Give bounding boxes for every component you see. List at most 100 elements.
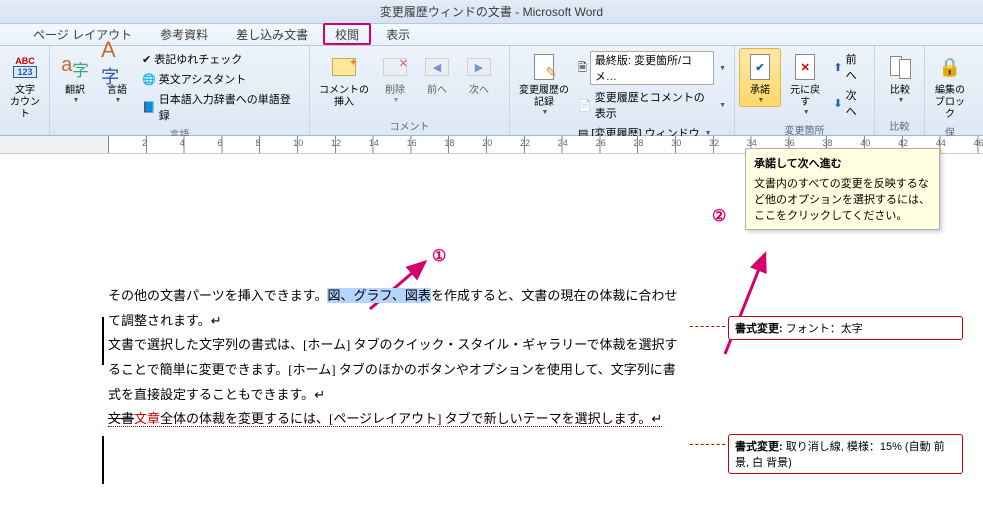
ribbon-group-changes: ✔ 承諾 ▼ ✕ 元に戻す ▼ ⬆ 前へ ⬇ 次へ 変更箇所 — [735, 46, 875, 135]
chevron-down-icon: ▼ — [719, 102, 726, 109]
delete-comment-label: 削除 — [385, 85, 405, 97]
track-changes-button[interactable]: ✎ 変更履歴の記録 ▼ — [514, 48, 574, 119]
jpn-ime-register-button[interactable]: 📘 日本語入力辞書への単語登録 — [140, 90, 303, 124]
prev-comment-icon: ◀ — [421, 51, 453, 83]
change-bar — [102, 436, 104, 484]
balloon-label: 書式変更: — [735, 441, 783, 453]
language-button[interactable]: A字 言語 ▼ — [96, 48, 138, 107]
display-for-review-label: 最終版: 変更箇所/コメ… — [590, 51, 714, 85]
ribbon-group-tracking: ✎ 変更履歴の記録 ▼ 🗎 最終版: 変更箇所/コメ… ▼ 📄 変更履歴とコメン… — [510, 46, 735, 135]
balloon-connector — [690, 326, 725, 327]
next-comment-label: 次へ — [469, 85, 489, 97]
display-for-review-dropdown[interactable]: 🗎 最終版: 変更箇所/コメ… ▼ — [576, 50, 728, 86]
tab-review[interactable]: 校閲 — [323, 23, 371, 45]
group-label-proof — [4, 133, 45, 135]
tab-references[interactable]: 参考資料 — [147, 22, 221, 45]
paragraph-1[interactable]: その他の文書パーツを挿入できます。図、グラフ、図表を作成すると、文書の現在の体裁… — [108, 284, 688, 333]
para-mark: ↵ — [211, 313, 222, 328]
paragraph-2[interactable]: 文書で選択した文字列の書式は、[ホーム] タブのクイック・スタイル・ギャラリーで… — [108, 333, 688, 407]
window-titlebar: 変更履歴ウィンドの文書 - Microsoft Word — [0, 0, 983, 24]
word-count-button[interactable]: ABC 123 文字カウント — [4, 48, 46, 124]
text-run: その他の文書パーツを挿入できます。 — [108, 288, 327, 303]
accept-icon: ✔ — [744, 51, 776, 83]
new-comment-button[interactable]: ✦ コメントの挿入 — [314, 48, 374, 112]
next-comment-button[interactable]: ▶ 次へ — [458, 48, 500, 100]
deleted-text: 文書 — [108, 411, 134, 426]
assistant-icon: 🌐 — [142, 73, 156, 86]
abc-icon: ABC 123 — [9, 51, 41, 83]
compare-icon — [884, 51, 916, 83]
delete-comment-icon: ✕ — [379, 51, 411, 83]
protect-label: 編集のブロック — [934, 85, 966, 121]
inserted-text: 文章 — [134, 411, 160, 426]
balloon-label: 書式変更: — [735, 323, 783, 335]
chevron-down-icon: ▼ — [73, 97, 80, 104]
revision-balloon-2[interactable]: 書式変更: 取り消し線, 模様：15% (自動 前景, 白 背景) — [728, 434, 963, 474]
ribbon-group-compare: 比較 ▼ 比較 — [875, 46, 925, 135]
ribbon-tooltip: 承諾して次へ進む 文書内のすべての変更を反映するなど他のオプションを選択するには… — [745, 148, 940, 230]
group-label-comments: コメント — [314, 118, 505, 135]
group-label-compare: 比較 — [879, 118, 920, 135]
ribbon-group-language: a字 翻訳 ▼ A字 言語 ▼ ✔ 表記ゆれチェック 🌐 英文アシスタント — [50, 46, 310, 135]
protect-button[interactable]: 🔒 編集のブロック — [929, 48, 971, 124]
jpn-ime-label: 日本語入力辞書への単語登録 — [159, 91, 301, 123]
text-run: 文書で選択した文字列の書式は、[ホーム] タブのクイック・スタイル・ギャラリーで… — [108, 337, 677, 401]
prev-change-button[interactable]: ⬆ 前へ — [831, 50, 868, 84]
compare-button[interactable]: 比較 ▼ — [879, 48, 921, 107]
chevron-down-icon: ▼ — [542, 109, 549, 116]
text-run: 全体の体裁を変更するには、[ページレイアウト] タブで新しいテーマを選択します。 — [160, 411, 651, 426]
ribbon-group-proofing: ABC 123 文字カウント — [0, 46, 50, 135]
accept-button[interactable]: ✔ 承諾 ▼ — [739, 48, 781, 107]
paragraph-3[interactable]: 文書文章全体の体裁を変更するには、[ページレイアウト] タブで新しいテーマを選択… — [108, 411, 662, 427]
balloon-connector — [690, 444, 725, 445]
next2-label: 次へ — [846, 87, 866, 119]
compare-label: 比較 — [890, 85, 910, 97]
tooltip-body: 文書内のすべての変更を反映するなど他のオプションを選択するには、ここをクリックし… — [754, 175, 931, 223]
tooltip-title: 承諾して次へ進む — [754, 155, 931, 171]
translate-label: 翻訳 — [65, 85, 85, 97]
prev-comment-button[interactable]: ◀ 前へ — [416, 48, 458, 100]
next-icon: ⬇ — [833, 97, 842, 110]
window-title: 変更履歴ウィンドの文書 - Microsoft Word — [380, 3, 603, 20]
new-comment-label: コメントの挿入 — [319, 85, 369, 109]
check-icon: ✔ — [142, 53, 151, 66]
track-changes-icon: ✎ — [528, 51, 560, 83]
reject-button[interactable]: ✕ 元に戻す ▼ — [781, 48, 829, 119]
annotation-number-1: ① — [432, 246, 446, 266]
reject-label: 元に戻す — [786, 85, 824, 109]
word-count-label: 文字カウント — [9, 85, 41, 121]
ribbon-group-comments: ✦ コメントの挿入 ✕ 削除 ▼ ◀ 前へ ▶ 次へ コメント — [310, 46, 510, 135]
show-markup-button[interactable]: 📄 変更履歴とコメントの表示 ▼ — [576, 88, 728, 122]
hyoki-label: 表記ゆれチェック — [154, 51, 242, 67]
prev-icon: ⬆ — [833, 61, 842, 74]
new-comment-icon: ✦ — [328, 51, 360, 83]
tab-view[interactable]: 表示 — [373, 22, 423, 45]
ribbon-tabs: ページ レイアウト 参考資料 差し込み文書 校閲 表示 — [0, 24, 983, 46]
change-bar — [102, 317, 104, 365]
annotation-arrow-2 — [720, 249, 780, 359]
display-icon: 🗎 — [578, 59, 587, 78]
chevron-down-icon: ▼ — [719, 65, 726, 72]
next-change-button[interactable]: ⬇ 次へ — [831, 86, 868, 120]
language-label: 言語 — [107, 85, 127, 97]
next-comment-icon: ▶ — [463, 51, 495, 83]
reject-icon: ✕ — [789, 51, 821, 83]
annotation-number-2: ② — [712, 206, 726, 226]
para-mark: ↵ — [314, 387, 325, 402]
tab-mailings[interactable]: 差し込み文書 — [223, 22, 321, 45]
markup-icon: 📄 — [578, 99, 592, 112]
globe-icon: A字 — [101, 51, 133, 83]
delete-comment-button[interactable]: ✕ 削除 ▼ — [374, 48, 416, 107]
eibun-assistant-button[interactable]: 🌐 英文アシスタント — [140, 70, 303, 88]
show-markup-label: 変更履歴とコメントの表示 — [595, 89, 714, 121]
prev-comment-label: 前へ — [427, 85, 447, 97]
hyoki-check-button[interactable]: ✔ 表記ゆれチェック — [140, 50, 303, 68]
chevron-down-icon: ▼ — [803, 109, 810, 116]
translate-icon: a字 — [59, 51, 91, 83]
translate-button[interactable]: a字 翻訳 ▼ — [54, 48, 96, 107]
revision-balloon-1[interactable]: 書式変更: フォント：太字 — [728, 316, 963, 340]
chevron-down-icon: ▼ — [393, 97, 400, 104]
ribbon-group-protect: 🔒 編集のブロック 保 — [925, 46, 975, 135]
para-mark: ↵ — [651, 411, 662, 426]
document-page[interactable]: その他の文書パーツを挿入できます。図、グラフ、図表を作成すると、文書の現在の体裁… — [108, 284, 688, 432]
